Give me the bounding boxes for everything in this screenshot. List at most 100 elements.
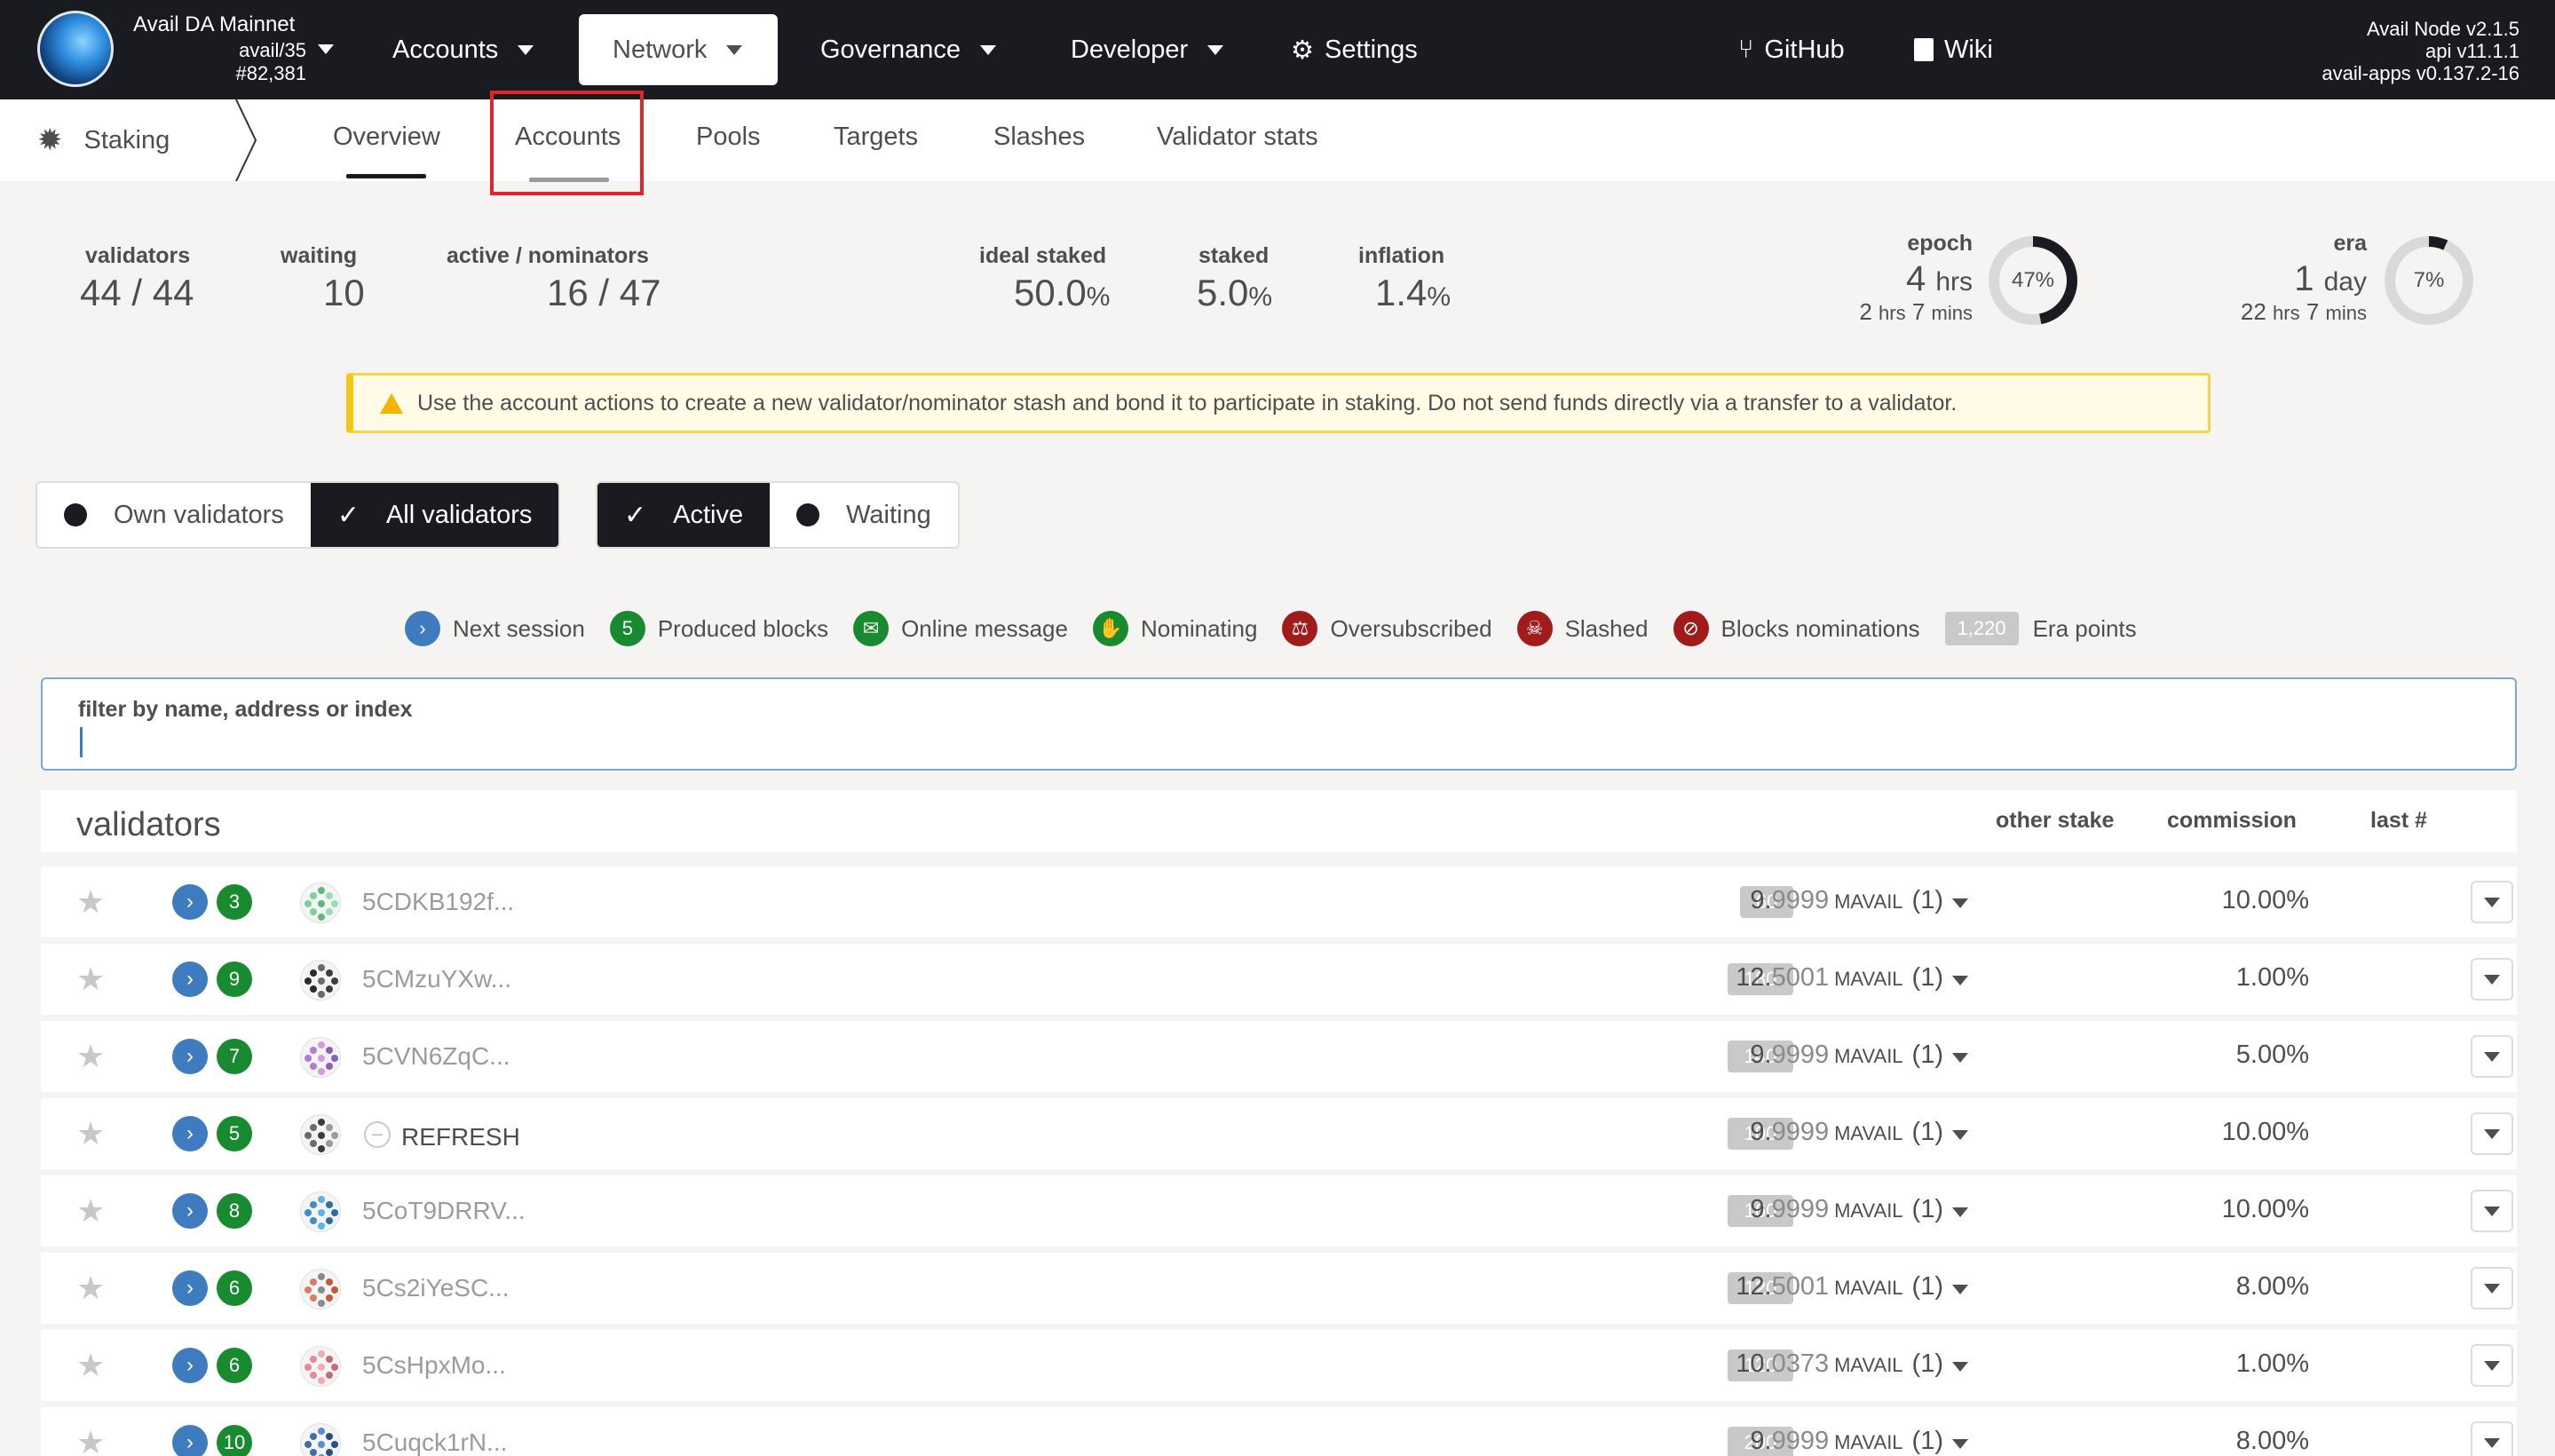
chain-name[interactable]: Avail DA Mainnet [133,12,295,37]
validator-name[interactable]: 5CMzuYXw... [362,965,511,993]
ideal-staked-number: 50.0 [1014,272,1087,313]
tab-pools[interactable]: Pools [696,123,761,152]
star-icon[interactable]: ★ [76,1118,105,1150]
tab-overview[interactable]: Overview [333,123,440,152]
other-stake[interactable]: 9. 9999 MAVAIL (1) [1750,1118,1943,1147]
identicon-avatar[interactable] [300,1191,341,1232]
gear-icon: ✹ [37,123,63,157]
identicon-dot [310,1217,317,1224]
own-validators-toggle[interactable]: Own validators [37,483,311,547]
expand-row-button[interactable] [2471,1190,2513,1232]
chevron-down-icon[interactable] [1952,976,1968,985]
expand-row-button[interactable] [2471,1344,2513,1387]
tab-slashes[interactable]: Slashes [993,123,1085,152]
chevron-down-icon[interactable] [1952,898,1968,908]
validator-name[interactable]: 5Cuqck1rN... [362,1428,507,1456]
skull-crossbones-icon: ☠ [1516,611,1553,646]
chevron-down-icon[interactable] [1952,1207,1968,1217]
other-stake[interactable]: 12. 5001 MAVAIL (1) [1736,1272,1943,1302]
waiting-toggle[interactable]: Waiting [770,483,958,547]
ideal-staked-label: ideal staked [979,243,1107,268]
minus-circle-icon: – [364,1121,391,1148]
header-last[interactable]: last # [2370,808,2427,834]
menu-network[interactable]: Network [579,14,778,85]
filter-label: filter by name, address or index [78,697,413,722]
chevron-down-icon[interactable] [1952,1439,1968,1449]
other-stake[interactable]: 9. 9999 MAVAIL (1) [1750,1195,1943,1224]
legend: › Next session 5 Produced blocks ✉ Onlin… [405,609,2162,648]
hand-paper-icon: ✋ [1092,611,1128,646]
all-validators-toggle[interactable]: ✓ All validators [310,483,559,547]
menu-accounts[interactable]: Accounts [359,14,567,85]
active-nominators-value: 16 / 47 [547,272,661,313]
other-stake[interactable]: 9. 9999 MAVAIL (1) [1750,886,1943,915]
highlight-annotation-box [490,91,644,195]
chain-chevron-down-icon[interactable] [318,44,334,54]
api-version: api v11.1.1 [2424,40,2519,62]
other-stake[interactable]: 9. 9999 MAVAIL (1) [1750,1041,1943,1070]
expand-row-button[interactable] [2471,1267,2513,1310]
stake-unit: MAVAIL [1834,968,1903,990]
menu-governance[interactable]: Governance [787,14,1030,85]
produced-blocks-badge: 5 [609,611,645,646]
identicon-dot [310,1356,317,1363]
menu-developer[interactable]: Developer [1037,14,1257,85]
validators-table-title: validators [76,806,221,843]
star-icon[interactable]: ★ [76,1349,105,1381]
identicon-avatar[interactable] [300,1037,341,1078]
tab-targets[interactable]: Targets [834,123,918,152]
stake-unit: MAVAIL [1834,1199,1903,1222]
chevron-right-icon: › [172,884,208,920]
identicon-dot [331,1132,338,1139]
validator-name[interactable]: 5Cs2iYeSC... [362,1274,510,1302]
filter-input[interactable]: filter by name, address or index [41,677,2517,771]
identicon-dot [326,892,333,899]
identicon-dot [326,969,333,977]
commission-value: 10.00% [2221,1195,2309,1223]
expand-row-button[interactable] [2471,958,2513,1001]
other-stake[interactable]: 10. 0373 MAVAIL (1) [1736,1349,1943,1379]
identicon-avatar[interactable] [300,1423,341,1456]
chevron-down-icon[interactable] [1952,1362,1968,1372]
menu-github[interactable]: ⑂ GitHub [1705,14,1879,85]
menu-governance-label: Governance [820,35,961,64]
identicon-avatar[interactable] [300,1114,341,1155]
other-stake[interactable]: 12. 5001 MAVAIL (1) [1736,963,1943,993]
star-icon[interactable]: ★ [76,886,105,918]
menu-settings-label: Settings [1325,35,1418,64]
identicon-avatar[interactable] [300,1346,341,1387]
identicon-dot [310,969,317,977]
chevron-down-icon[interactable] [1952,1053,1968,1063]
expand-row-button[interactable] [2471,1035,2513,1078]
avail-logo-icon[interactable] [37,11,114,87]
header-other-stake[interactable]: other stake [1996,808,2114,834]
chevron-right-icon: › [172,1425,208,1456]
identicon-dot [305,1364,312,1371]
validator-name[interactable]: 5CDKB192f... [362,888,514,916]
identicon-avatar[interactable] [300,882,341,923]
expand-row-button[interactable] [2471,1112,2513,1155]
star-icon[interactable]: ★ [76,1041,105,1072]
star-icon[interactable]: ★ [76,1195,105,1227]
other-stake[interactable]: 9. 9999 MAVAIL (1) [1750,1427,1943,1456]
expand-row-button[interactable] [2471,881,2513,923]
chevron-down-icon[interactable] [1952,1285,1968,1294]
validator-name[interactable]: 5CVN6ZqC... [362,1042,510,1071]
menu-settings[interactable]: ⚙ Settings [1257,14,1452,85]
identicon-avatar[interactable] [300,1269,341,1310]
identicon-avatar[interactable] [300,960,341,1001]
active-toggle[interactable]: ✓ Active [597,483,771,547]
chevron-down-icon[interactable] [1952,1130,1968,1140]
validator-name[interactable]: 5CoT9DRRV... [362,1197,526,1225]
star-icon[interactable]: ★ [76,963,105,995]
validator-name[interactable]: REFRESH [401,1123,520,1151]
star-icon[interactable]: ★ [76,1272,105,1304]
era-remaining-mins-unit: mins [2325,302,2367,324]
header-commission[interactable]: commission [2167,808,2297,834]
menu-wiki[interactable]: Wiki [1880,14,2027,85]
star-icon[interactable]: ★ [76,1427,105,1456]
chain-info[interactable]: avail/35 #82,381 [133,39,306,85]
validator-name[interactable]: 5CsHpxMo... [362,1351,506,1380]
tab-validator-stats[interactable]: Validator stats [1157,123,1318,152]
expand-row-button[interactable] [2471,1421,2513,1456]
